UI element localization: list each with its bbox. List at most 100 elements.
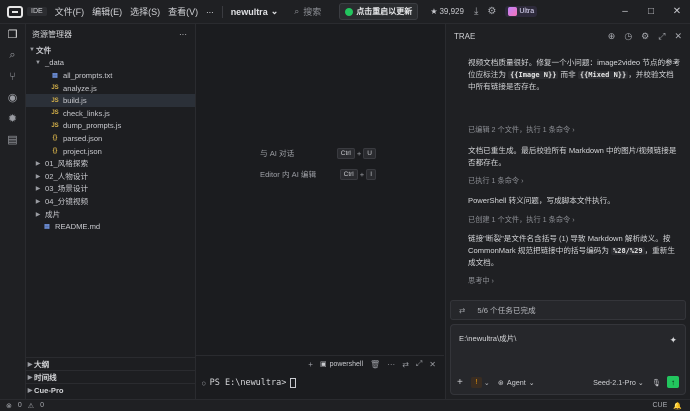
model-selector[interactable]: Seed-2.1-Pro ⌄ (593, 378, 644, 387)
tree-item-label: build.js (63, 96, 87, 106)
menu-view[interactable]: 查看(V) (168, 5, 198, 18)
action-summary[interactable]: 已编辑 2 个文件，执行 1 条命令 › (468, 125, 575, 135)
timeline-section[interactable]: ▶ 时间线 (26, 370, 196, 383)
close-icon[interactable]: ✕ (429, 360, 436, 369)
terminal-tab[interactable]: ▣ powershell (320, 360, 363, 369)
message-text: 文档已重生成。最后校验所有 Markdown 中的图片/视频链接是否都存在。 (468, 146, 677, 167)
terminal-panel: + ▣ powershell 🗑 ··· ⇄ ⤢ ✕ ○ PS E:\newul… (196, 355, 444, 399)
tree-folder[interactable]: ▶ 03_场景设计 (26, 183, 195, 196)
add-chat-icon[interactable]: ⊕ (608, 31, 616, 42)
preview-icon[interactable]: ◉ (0, 87, 25, 108)
settings-icon[interactable]: ⚙ (641, 31, 649, 42)
terminal-output[interactable]: ○ PS E:\newultra> (196, 372, 444, 388)
menu-selection[interactable]: 选择(S) (130, 5, 160, 18)
extensions-icon[interactable]: ▤ (0, 129, 25, 150)
search-label: 搜索 (303, 7, 322, 17)
source-control-icon[interactable]: ⑂ (0, 66, 25, 87)
maximize-button[interactable]: □ (638, 0, 664, 24)
cue-status[interactable]: CUE (653, 402, 668, 409)
cue-section[interactable]: ▶ Cue-Pro (26, 383, 196, 396)
tree-folder[interactable]: ▶ 02_人物设计 (26, 170, 195, 183)
history-icon[interactable]: ◷ (624, 31, 632, 42)
tree-folder[interactable]: ▶ 成片 (26, 208, 195, 221)
tree-item-label: check_links.js (63, 108, 110, 118)
action-summary[interactable]: 已创建 1 个文件，执行 1 条命令 › (468, 215, 575, 225)
plus-icon[interactable]: + (308, 360, 313, 369)
trash-icon[interactable]: 🗑 (370, 360, 380, 369)
action-summary[interactable]: 已执行 1 条命令 › (468, 176, 524, 186)
tree-folder[interactable]: ▶ 04_分镜视频 (26, 195, 195, 208)
task-progress[interactable]: ⇄ 5/6 个任务已完成 (450, 300, 686, 320)
debug-icon[interactable]: ✹ (0, 108, 25, 129)
assistant-message: PowerShell 转义问题，写成脚本文件执行。 (468, 195, 681, 207)
microphone-icon[interactable]: 🎙 (652, 378, 661, 387)
tree-file[interactable]: {} project.json (26, 145, 195, 158)
tree-file[interactable]: JS check_links.js (26, 107, 195, 120)
minimize-button[interactable]: – (612, 0, 638, 24)
expand-icon[interactable]: ⤢ (658, 31, 665, 42)
chevron-right-icon: ▶ (35, 161, 41, 168)
ai-chat-panel: TRAE ⊕ ◷ ⚙ ⤢ ✕ 视频文档质量很好。修复一个小问题：image2vi… (445, 24, 690, 399)
tree-file[interactable]: {} parsed.json (26, 132, 195, 145)
send-button[interactable]: ↑ (667, 376, 679, 388)
explorer-icon[interactable]: ❐ (0, 24, 25, 45)
tree-folder[interactable]: ▶ 01_风格探索 (26, 157, 195, 170)
search-icon[interactable]: ⌕ (0, 45, 25, 66)
text-file-icon: ▤ (52, 72, 58, 79)
gear-icon[interactable]: ⚙ (487, 6, 496, 17)
bell-icon[interactable]: 🔔 (673, 402, 682, 410)
menu-edit[interactable]: 编辑(E) (92, 5, 122, 18)
alert-icon[interactable]: ! (470, 376, 482, 388)
more-icon[interactable]: ··· (387, 360, 395, 369)
tree-file[interactable]: JS analyze.js (26, 82, 195, 95)
tree-file[interactable]: JS dump_prompts.js (26, 120, 195, 133)
chevron-down-icon: ▼ (29, 47, 35, 54)
divider (221, 5, 223, 18)
search-box[interactable]: ⌕ 搜索 (294, 5, 321, 18)
warning-count[interactable]: 0 (40, 402, 44, 409)
shortcut-inline-edit: Editor 内 AI 编辑 Ctrl + I (260, 169, 376, 180)
outline-section[interactable]: ▶ 大纲 (26, 357, 196, 370)
editor-area: 与 AI 对话 Ctrl + U Editor 内 AI 编辑 Ctrl + I (196, 24, 444, 355)
swap-icon[interactable]: ⇄ (402, 360, 409, 369)
chevron-right-icon: ▶ (35, 198, 41, 205)
warning-icon[interactable]: ⚠ (28, 402, 34, 410)
chevron-right-icon: ▶ (35, 211, 41, 218)
tree-file[interactable]: JS build.js (26, 94, 195, 107)
close-button[interactable]: ✕ (664, 0, 690, 24)
status-bar: ⊗ 0 ⚠ 0 CUE 🔔 (0, 399, 690, 411)
sparkle-icon[interactable]: ✦ (669, 335, 677, 346)
menu-more[interactable]: ... (206, 5, 214, 18)
add-context-icon[interactable]: + (457, 377, 463, 388)
agent-selector[interactable]: ⊛ Agent ⌄ (498, 378, 535, 387)
chevron-down-icon: ⌄ (270, 6, 279, 16)
menu-file[interactable]: 文件(F) (55, 5, 85, 18)
tree-root[interactable]: ▼ 文件 (26, 44, 195, 57)
more-icon[interactable]: ··· (179, 30, 187, 39)
maximize-icon[interactable]: ⤢ (416, 359, 422, 369)
project-switcher[interactable]: newultra ⌄ (231, 6, 279, 17)
tree-file[interactable]: ▤ README.md (26, 220, 195, 233)
chat-input[interactable]: E:\newultra\成片\ ✦ + ! ⌄ ⊛ Agent ⌄ Seed-2… (450, 324, 686, 395)
chevron-down-icon: ▼ (35, 59, 41, 66)
close-icon[interactable]: ✕ (674, 31, 682, 42)
github-stars[interactable]: ★ 39,929 (430, 7, 464, 16)
error-icon[interactable]: ⊗ (6, 402, 12, 410)
chevron-down-icon: ⌄ (528, 377, 535, 387)
explorer-title: 资源管理器 (32, 29, 72, 39)
chevron-down-icon[interactable]: ⌄ (484, 378, 490, 387)
account-badge[interactable]: Ultra (505, 6, 538, 17)
chevron-down-icon: ⌄ (637, 377, 644, 387)
thinking-indicator[interactable]: 思考中 › (468, 276, 494, 286)
download-icon[interactable]: ⤓ (474, 6, 478, 17)
tree-folder[interactable]: ▼ _data (26, 57, 195, 70)
chat-header: TRAE ⊕ ◷ ⚙ ⤢ ✕ (446, 24, 690, 48)
agent-icon: ⊛ (497, 377, 504, 387)
update-icon (345, 7, 354, 16)
tree-item-label: 01_风格探索 (45, 159, 89, 169)
terminal-prompt: PS E:\newultra> (209, 378, 287, 388)
menu-bar: 文件(F) 编辑(E) 选择(S) 查看(V) ... (55, 5, 214, 18)
tree-file[interactable]: ▤ all_prompts.txt (26, 69, 195, 82)
error-count[interactable]: 0 (18, 402, 22, 409)
update-button[interactable]: 点击重启以更新 (339, 3, 419, 20)
